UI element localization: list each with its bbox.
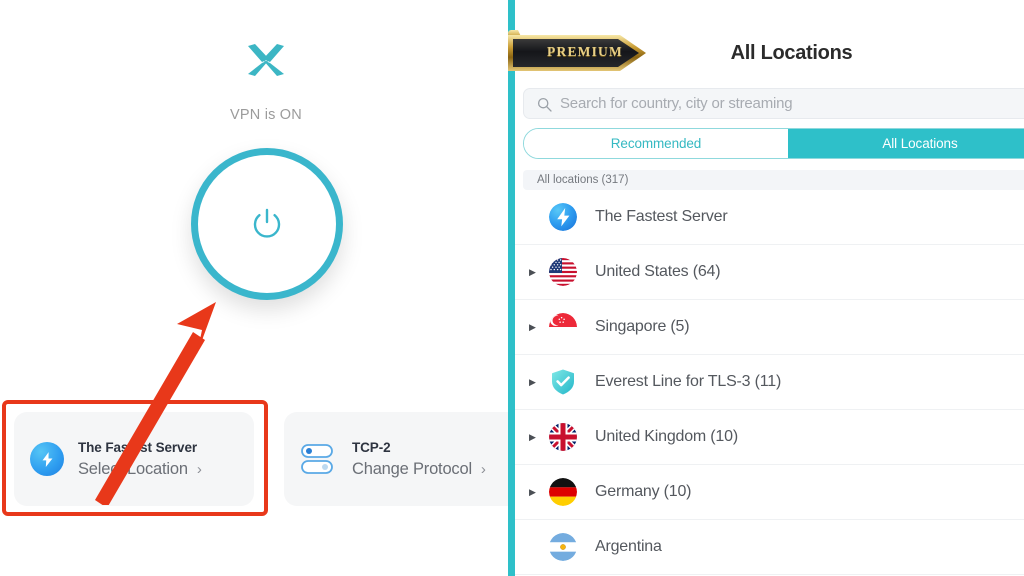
location-tabs: Recommended All Locations bbox=[523, 128, 1024, 159]
list-item[interactable]: ▶ United Kingdom (10) bbox=[515, 410, 1024, 465]
vpn-main-panel: VPN is ON The Fastest Server Select Loca… bbox=[0, 0, 524, 576]
x-logo-icon bbox=[245, 42, 287, 78]
search-bar[interactable] bbox=[523, 88, 1024, 119]
power-icon bbox=[250, 207, 284, 241]
shield-check-icon bbox=[549, 368, 577, 396]
location-card-title: The Fastest Server bbox=[78, 439, 198, 455]
premium-badge-label: PREMIUM bbox=[547, 44, 623, 59]
fastest-server-bolt-icon bbox=[549, 203, 577, 231]
flag-ar-icon bbox=[549, 533, 577, 561]
expand-caret-icon[interactable]: ▶ bbox=[527, 487, 543, 497]
locations-panel: All Locations PREMIUM Search for country… bbox=[508, 0, 1024, 576]
search-input[interactable] bbox=[560, 95, 1024, 112]
protocol-card-subtitle-text: Change Protocol bbox=[352, 459, 472, 478]
chevron-right-icon: › bbox=[480, 460, 486, 478]
expand-caret-icon[interactable]: ▶ bbox=[527, 322, 543, 332]
fastest-server-bolt-icon bbox=[30, 442, 64, 476]
flag-de-icon bbox=[549, 478, 577, 506]
list-item[interactable]: ▶ The Fastest Server bbox=[515, 190, 1024, 245]
list-item[interactable]: ▶ Argentina bbox=[515, 520, 1024, 575]
tab-recommended[interactable]: Recommended bbox=[524, 129, 788, 158]
expand-caret-icon[interactable]: ▶ bbox=[527, 267, 543, 277]
location-card-subtitle: Select Location › bbox=[78, 460, 202, 479]
power-toggle-button[interactable] bbox=[191, 148, 343, 300]
vpn-status-text: VPN is ON bbox=[230, 107, 302, 123]
app-screenshot: VPN is ON The Fastest Server Select Loca… bbox=[0, 0, 1024, 576]
location-list: ▶ The Fastest Server ▶ bbox=[515, 190, 1024, 575]
list-item[interactable]: ▶ bbox=[515, 245, 1024, 300]
chevron-right-icon: › bbox=[196, 460, 202, 478]
panel-divider bbox=[508, 0, 515, 576]
protocol-card-subtitle: Change Protocol › bbox=[352, 460, 486, 479]
search-icon bbox=[537, 97, 552, 112]
flag-us-icon bbox=[549, 258, 577, 286]
protocol-toggles-icon bbox=[300, 442, 338, 476]
location-name: The Fastest Server bbox=[595, 208, 728, 225]
location-name: United States (64) bbox=[595, 263, 721, 280]
flag-uk-icon bbox=[549, 423, 577, 451]
location-card-subtitle-text: Select Location bbox=[78, 459, 188, 478]
list-item[interactable]: ▶ Everest Line for TLS-3 (11) bbox=[515, 355, 1024, 410]
protocol-card-title: TCP-2 bbox=[352, 439, 391, 455]
location-name: Singapore (5) bbox=[595, 318, 690, 335]
expand-caret-icon[interactable]: ▶ bbox=[527, 432, 543, 442]
select-location-card[interactable]: The Fastest Server Select Location › bbox=[14, 412, 254, 506]
list-item[interactable]: ▶ Germany (10) bbox=[515, 465, 1024, 520]
location-name: Everest Line for TLS-3 (11) bbox=[595, 373, 782, 390]
tab-all-locations[interactable]: All Locations bbox=[788, 129, 1024, 158]
flag-sg-icon bbox=[549, 313, 577, 341]
location-name: United Kingdom (10) bbox=[595, 428, 738, 445]
location-name: Argentina bbox=[595, 538, 662, 555]
expand-caret-icon[interactable]: ▶ bbox=[527, 377, 543, 387]
change-protocol-card[interactable]: TCP-2 Change Protocol › bbox=[284, 412, 524, 506]
list-section-header: All locations (317) bbox=[523, 170, 1024, 190]
location-name: Germany (10) bbox=[595, 483, 692, 500]
list-item[interactable]: ▶ bbox=[515, 300, 1024, 355]
